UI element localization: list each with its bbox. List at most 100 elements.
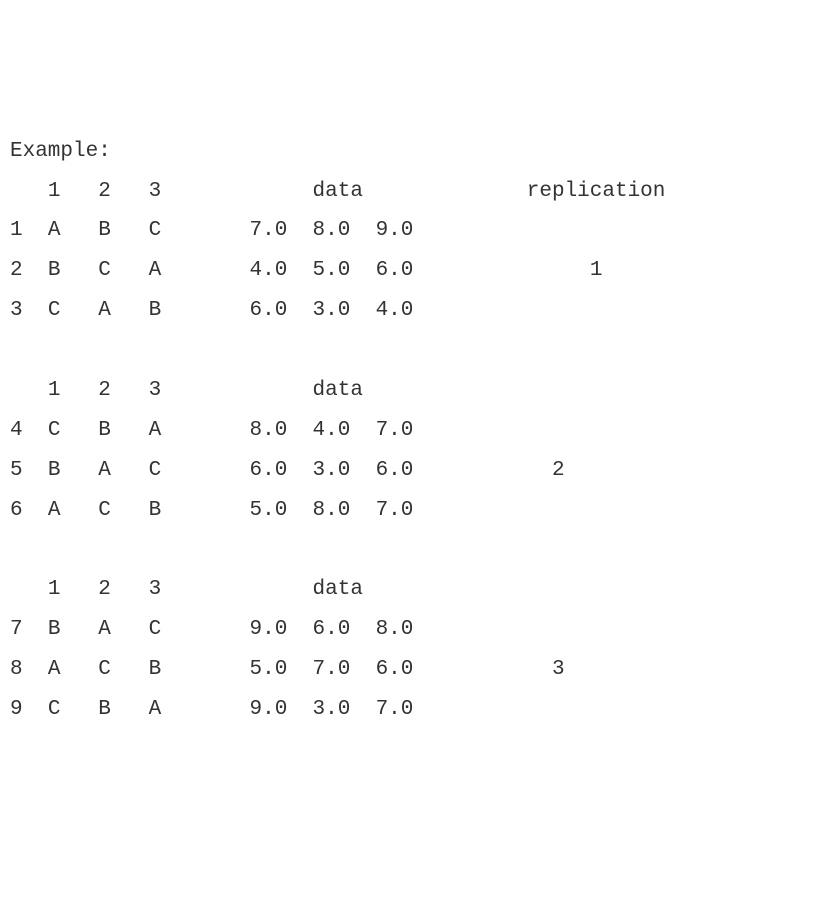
data-cell: 4.0 xyxy=(250,259,300,282)
design-cell: A xyxy=(98,618,136,641)
data-cell: 8.0 xyxy=(313,499,363,522)
spacer xyxy=(363,219,376,242)
spacer xyxy=(186,180,249,203)
spacer xyxy=(186,299,249,322)
data-cell: 6.0 xyxy=(376,259,426,282)
replication-header: replication xyxy=(527,180,666,203)
data-cell: 8.0 xyxy=(376,618,426,641)
design-cell: C xyxy=(98,259,136,282)
blank-line xyxy=(10,531,803,571)
data-cell: 9.0 xyxy=(376,219,426,242)
spacer xyxy=(363,459,376,482)
data-cell: 4.0 xyxy=(376,299,426,322)
spacer xyxy=(136,499,149,522)
spacer xyxy=(363,419,376,442)
spacer xyxy=(35,180,48,203)
spacer xyxy=(136,578,149,601)
data-row: 1 A B C 7.0 8.0 9.0 xyxy=(10,211,803,251)
spacer xyxy=(136,219,149,242)
data-cell: 9.0 xyxy=(250,618,300,641)
spacer xyxy=(300,618,313,641)
data-cell: 8.0 xyxy=(313,219,363,242)
data-cell: 9.0 xyxy=(250,698,300,721)
spacer xyxy=(136,419,149,442)
spacer xyxy=(10,578,35,601)
data-cell: 5.0 xyxy=(313,259,363,282)
design-cell: A xyxy=(98,459,136,482)
row-index: 4 xyxy=(10,419,35,442)
spacer xyxy=(300,658,313,681)
spacer xyxy=(186,219,249,242)
design-cell: B xyxy=(98,698,136,721)
spacer xyxy=(300,698,313,721)
design-cell: B xyxy=(149,658,187,681)
spacer xyxy=(86,658,99,681)
spacer xyxy=(86,180,99,203)
spacer xyxy=(363,499,376,522)
design-cell: A xyxy=(48,219,86,242)
spacer xyxy=(86,379,99,402)
row-index: 5 xyxy=(10,459,35,482)
example-document: Example: 1 2 3 data replication1 A B C 7… xyxy=(10,132,803,730)
data-cell: 7.0 xyxy=(250,219,300,242)
spacer xyxy=(86,299,99,322)
spacer xyxy=(10,339,23,362)
design-cell: C xyxy=(48,299,86,322)
data-row: 4 C B A 8.0 4.0 7.0 xyxy=(10,411,803,451)
spacer xyxy=(35,379,48,402)
design-cell: A xyxy=(149,259,187,282)
row-index: 8 xyxy=(10,658,35,681)
spacer xyxy=(426,658,527,681)
spacer xyxy=(10,180,35,203)
data-cell: 6.0 xyxy=(250,459,300,482)
spacer xyxy=(186,379,249,402)
design-cell: B xyxy=(48,459,86,482)
block-header: 1 2 3 data xyxy=(10,570,803,610)
design-cell: B xyxy=(48,618,86,641)
spacer xyxy=(300,459,313,482)
spacer xyxy=(86,499,99,522)
data-row: 7 B A C 9.0 6.0 8.0 xyxy=(10,610,803,650)
design-cell: C xyxy=(48,698,86,721)
blank-line xyxy=(10,331,803,371)
data-cell: 3.0 xyxy=(313,698,363,721)
replication-value: 3 xyxy=(527,658,603,681)
spacer xyxy=(35,299,48,322)
spacer xyxy=(136,618,149,641)
spacer xyxy=(35,618,48,641)
design-cell: C xyxy=(149,618,187,641)
data-cell: 4.0 xyxy=(313,419,363,442)
spacer xyxy=(363,658,376,681)
block-header: 1 2 3 data replication xyxy=(10,172,803,212)
design-cell: C xyxy=(48,419,86,442)
design-cell: A xyxy=(149,698,187,721)
spacer xyxy=(10,539,23,562)
data-cell: 6.0 xyxy=(376,658,426,681)
data-cell: 7.0 xyxy=(376,698,426,721)
data-cell: 7.0 xyxy=(376,419,426,442)
spacer xyxy=(35,578,48,601)
data-row: 2 B C A 4.0 5.0 6.0 1 xyxy=(10,251,803,291)
design-cell: B xyxy=(149,499,187,522)
row-index: 3 xyxy=(10,299,35,322)
spacer xyxy=(186,698,249,721)
spacer xyxy=(10,379,35,402)
data-row: 9 C B A 9.0 3.0 7.0 xyxy=(10,690,803,730)
spacer xyxy=(186,459,249,482)
data-row: 6 A C B 5.0 8.0 7.0 xyxy=(10,491,803,531)
col-header: 1 xyxy=(48,578,86,601)
block-header: 1 2 3 data xyxy=(10,371,803,411)
row-index: 9 xyxy=(10,698,35,721)
spacer xyxy=(136,379,149,402)
design-cell: B xyxy=(48,259,86,282)
spacer xyxy=(86,698,99,721)
data-header: data xyxy=(250,180,426,203)
data-cell: 6.0 xyxy=(313,618,363,641)
title-text: Example: xyxy=(10,140,111,163)
spacer xyxy=(136,180,149,203)
design-cell: B xyxy=(98,419,136,442)
design-cell: C xyxy=(149,219,187,242)
replication-value: 2 xyxy=(527,459,603,482)
spacer xyxy=(186,578,249,601)
col-header: 2 xyxy=(98,578,136,601)
